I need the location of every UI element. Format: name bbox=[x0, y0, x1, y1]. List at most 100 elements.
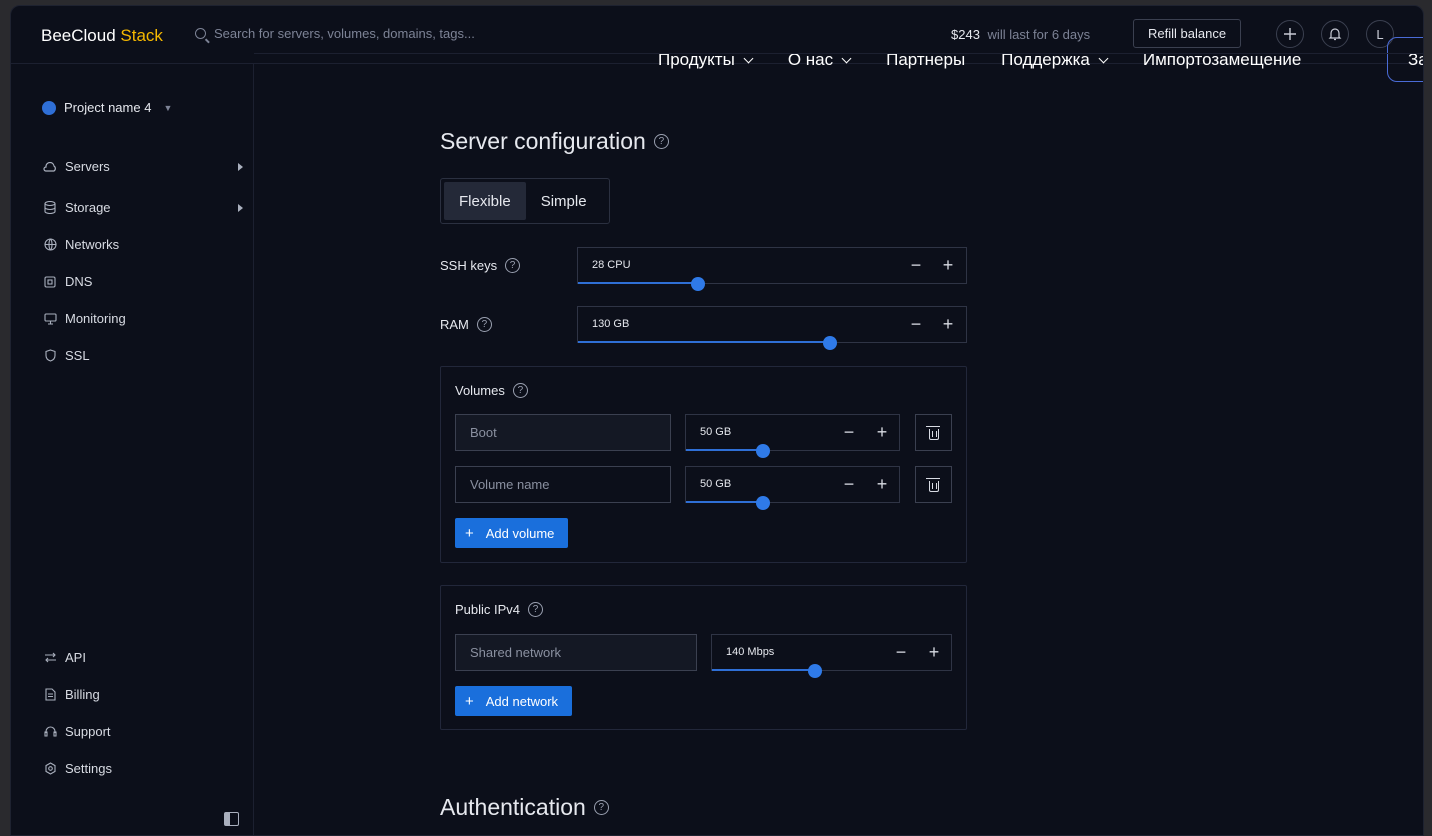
monitor-icon bbox=[43, 312, 57, 326]
sidebar-item-settings[interactable]: Settings bbox=[43, 761, 243, 776]
decrement-button[interactable]: − bbox=[837, 472, 861, 496]
brand-accent: Stack bbox=[120, 26, 163, 45]
slider-track bbox=[578, 341, 831, 343]
slider-track bbox=[578, 282, 699, 284]
slider-handle[interactable] bbox=[755, 444, 770, 458]
slider-handle[interactable] bbox=[755, 496, 770, 510]
add-icon[interactable] bbox=[1276, 20, 1304, 48]
logo[interactable]: BeeCloud Stack bbox=[41, 26, 163, 46]
plus-icon: + bbox=[465, 692, 474, 710]
database-icon bbox=[43, 201, 57, 215]
sidebar-item-networks[interactable]: Networks bbox=[43, 237, 243, 252]
shield-icon bbox=[43, 349, 57, 363]
volume-size-slider[interactable]: 50 GB − + bbox=[685, 414, 900, 458]
increment-button[interactable]: + bbox=[936, 312, 960, 336]
sidebar-item-api[interactable]: API bbox=[43, 650, 243, 665]
sidebar: Project name 4 ▼ Servers Storage Network… bbox=[11, 64, 254, 835]
bandwidth-slider[interactable]: 140 Mbps − + bbox=[711, 634, 952, 678]
app-window: BeeCloud Stack Search for servers, volum… bbox=[10, 5, 1424, 836]
help-icon[interactable]: ? bbox=[653, 134, 669, 149]
decrement-button[interactable]: − bbox=[889, 640, 913, 664]
help-icon[interactable]: ? bbox=[593, 800, 609, 815]
sidebar-item-ssl[interactable]: SSL bbox=[43, 348, 243, 363]
ram-label: RAM ? bbox=[440, 317, 492, 332]
help-icon[interactable]: ? bbox=[476, 317, 492, 332]
decrement-button[interactable]: − bbox=[904, 312, 928, 336]
document-icon bbox=[43, 688, 57, 702]
volume-name-input[interactable]: Volume name bbox=[455, 466, 671, 503]
content-header-divider bbox=[254, 53, 1423, 54]
bandwidth-value: 140 Mbps bbox=[726, 646, 775, 658]
caret-right-icon bbox=[238, 203, 243, 212]
sidebar-item-support[interactable]: Support bbox=[43, 724, 243, 739]
cloud-icon bbox=[43, 160, 57, 174]
ssh-cpu-slider[interactable]: 28 CPU − + bbox=[577, 247, 967, 291]
help-icon[interactable]: ? bbox=[512, 383, 528, 398]
help-icon[interactable]: ? bbox=[528, 602, 544, 617]
increment-button[interactable]: + bbox=[870, 420, 894, 444]
delete-volume-button[interactable] bbox=[915, 414, 952, 451]
search-input[interactable]: Search for servers, volumes, domains, ta… bbox=[214, 26, 475, 41]
add-volume-button[interactable]: + Add volume bbox=[455, 518, 569, 548]
add-network-button[interactable]: + Add network bbox=[455, 686, 573, 716]
collapse-sidebar-icon[interactable] bbox=[224, 812, 239, 826]
slider-handle[interactable] bbox=[807, 664, 822, 678]
volume-name-input[interactable]: Boot bbox=[455, 414, 671, 451]
search-bar[interactable]: Search for servers, volumes, domains, ta… bbox=[195, 26, 475, 41]
sidebar-item-servers[interactable]: Servers bbox=[43, 159, 243, 174]
slider-handle[interactable] bbox=[691, 277, 706, 291]
caret-right-icon bbox=[238, 162, 243, 171]
sidebar-item-monitoring[interactable]: Monitoring bbox=[43, 311, 243, 326]
volume-size-value: 50 GB bbox=[700, 478, 732, 490]
increment-button[interactable]: + bbox=[922, 640, 946, 664]
slider-handle[interactable] bbox=[823, 336, 838, 350]
decrement-button[interactable]: − bbox=[904, 253, 928, 277]
search-icon bbox=[195, 28, 206, 39]
project-name: Project name 4 bbox=[64, 100, 152, 115]
mode-option-simple[interactable]: Simple bbox=[526, 182, 602, 220]
ssh-cpu-value: 28 CPU bbox=[592, 259, 631, 271]
section-title-authentication: Authentication ? bbox=[440, 794, 609, 821]
globe-icon bbox=[43, 238, 57, 252]
plus-icon: + bbox=[465, 524, 474, 542]
public-ipv4-panel: Public IPv4 ? Shared network 140 Mbps − … bbox=[440, 585, 967, 730]
ram-value: 130 GB bbox=[592, 318, 630, 330]
public-ipv4-title: Public IPv4 ? bbox=[455, 602, 544, 617]
caret-down-icon: ▼ bbox=[163, 102, 173, 113]
ssh-keys-label: SSH keys ? bbox=[440, 258, 521, 273]
slider-track bbox=[712, 669, 815, 671]
delete-volume-button[interactable] bbox=[915, 466, 952, 503]
slider-track bbox=[686, 501, 763, 503]
brand-name: BeeCloud bbox=[41, 26, 116, 45]
overlay-cta-button[interactable]: За bbox=[1387, 37, 1423, 82]
arrows-icon bbox=[43, 651, 57, 665]
ram-slider[interactable]: 130 GB − + bbox=[577, 306, 967, 350]
volumes-title: Volumes ? bbox=[455, 383, 528, 398]
volumes-panel: Volumes ? Boot 50 GB − + Volume name 50 … bbox=[440, 366, 967, 563]
mode-option-flexible[interactable]: Flexible bbox=[444, 182, 526, 220]
volume-size-value: 50 GB bbox=[700, 426, 732, 438]
sidebar-item-dns[interactable]: DNS bbox=[43, 274, 243, 289]
increment-button[interactable]: + bbox=[936, 253, 960, 277]
bell-icon[interactable] bbox=[1321, 20, 1349, 48]
slider-track bbox=[686, 449, 763, 451]
balance-note: will last for 6 days bbox=[987, 27, 1091, 42]
chevron-down-icon bbox=[1098, 53, 1109, 63]
balance-info: $243 will last for 6 days bbox=[951, 27, 1090, 42]
project-selector[interactable]: Project name 4 ▼ bbox=[42, 100, 172, 115]
refill-balance-button[interactable]: Refill balance bbox=[1133, 19, 1242, 48]
project-icon bbox=[42, 100, 56, 115]
increment-button[interactable]: + bbox=[870, 472, 894, 496]
gear-icon bbox=[43, 762, 57, 776]
sidebar-item-storage[interactable]: Storage bbox=[43, 200, 243, 215]
help-icon[interactable]: ? bbox=[505, 258, 521, 273]
volume-size-slider[interactable]: 50 GB − + bbox=[685, 466, 900, 510]
dns-icon bbox=[43, 275, 57, 289]
sidebar-item-billing[interactable]: Billing bbox=[43, 687, 243, 702]
trash-icon bbox=[925, 425, 940, 440]
decrement-button[interactable]: − bbox=[837, 420, 861, 444]
balance-amount: $243 bbox=[951, 27, 980, 42]
network-select[interactable]: Shared network bbox=[455, 634, 697, 671]
chevron-down-icon bbox=[743, 53, 754, 63]
headset-icon bbox=[43, 725, 57, 739]
